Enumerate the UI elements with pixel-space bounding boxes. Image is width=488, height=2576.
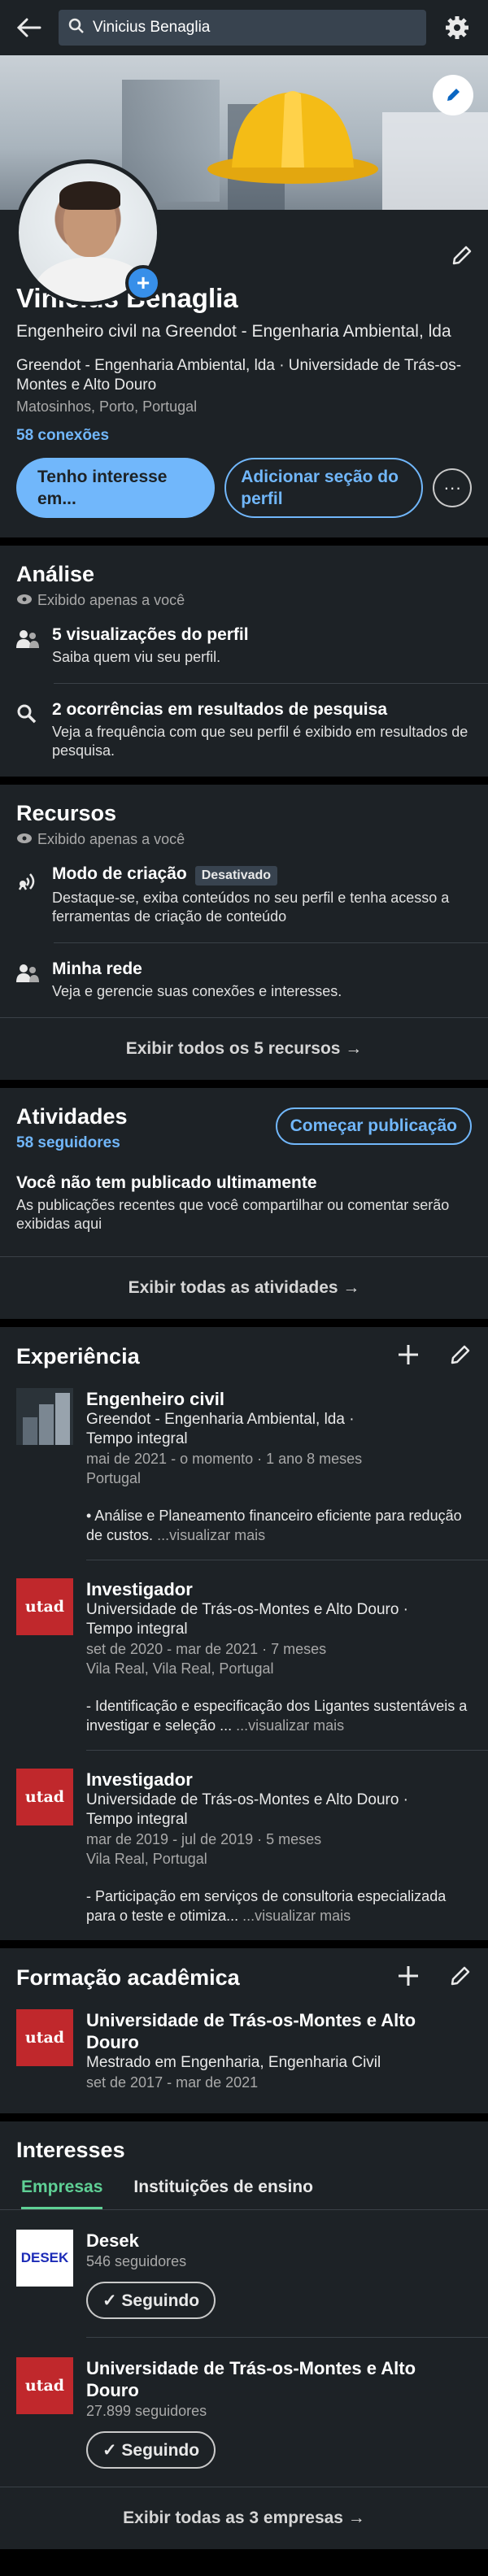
more-options-button[interactable]: ··· <box>433 468 472 507</box>
start-post-button[interactable]: Começar publicação <box>275 1107 472 1145</box>
interest-item[interactable]: utad Universidade de Trás-os-Montes e Al… <box>0 2338 488 2487</box>
experience-item[interactable]: utad Investigador Universidade de Trás-o… <box>0 1751 488 1940</box>
profile-company: Greendot - Engenharia Ambiental, lda · U… <box>16 357 462 394</box>
helmet-image <box>207 91 378 184</box>
people-icon <box>16 625 39 667</box>
people-icon <box>16 959 39 1001</box>
pencil-icon[interactable] <box>451 244 473 271</box>
utad-logo: utad <box>16 1578 73 1635</box>
education-item[interactable]: utad Universidade de Trás-os-Montes e Al… <box>0 1991 488 2113</box>
section-title: Recursos <box>16 801 117 825</box>
add-photo-plus-icon[interactable]: + <box>125 265 161 301</box>
broadcast-icon <box>16 864 39 926</box>
analytics-section: Análise Exibido apenas a você 5 visualiz… <box>0 546 488 777</box>
gear-icon[interactable] <box>441 11 473 44</box>
following-button[interactable]: ✓ Seguindo <box>86 2431 216 2469</box>
profile-headline: Engenheiro civil na Greendot - Engenhari… <box>16 322 451 341</box>
show-all-resources-link[interactable]: Exibir todos os 5 recursos → <box>0 1018 488 1080</box>
add-section-button[interactable]: Adicionar seção do perfil <box>224 458 424 518</box>
analytics-item-profile-views[interactable]: 5 visualizações do perfil Saiba quem viu… <box>0 609 488 683</box>
education-section: Formação acadêmica utad Universidade de … <box>0 1948 488 2113</box>
section-title: Análise <box>16 562 95 586</box>
search-input[interactable] <box>93 19 416 37</box>
section-title: Formação acadêmica <box>16 1965 240 1990</box>
utad-logo: utad <box>16 1769 73 1825</box>
private-label: Exibido apenas a você <box>37 831 185 847</box>
resources-section: Recursos Exibido apenas a você Modo de c… <box>0 785 488 1080</box>
connections-link[interactable]: 58 conexões <box>16 427 472 445</box>
plus-icon[interactable] <box>397 1965 420 1991</box>
see-more-link[interactable]: ...visualizar mais <box>242 1908 351 1924</box>
search-bar[interactable] <box>59 10 426 46</box>
following-button[interactable]: ✓ Seguindo <box>86 2282 216 2319</box>
search-icon <box>16 700 39 760</box>
search-icon <box>68 18 85 38</box>
utad-logo: utad <box>16 2357 73 2414</box>
profile-location: Matosinhos, Porto, Portugal <box>16 398 198 415</box>
empty-activity-title: Você não tem publicado ultimamente <box>16 1173 317 1192</box>
experience-item[interactable]: Engenheiro civil Greendot - Engenharia A… <box>0 1370 488 1560</box>
activity-section: Atividades 58 seguidores Começar publica… <box>0 1088 488 1319</box>
top-bar <box>0 0 488 55</box>
show-all-activity-link[interactable]: Exibir todas as atividades → <box>0 1257 488 1319</box>
resource-item-creator-mode[interactable]: Modo de criação Desativado Destaque-se, e… <box>0 848 488 942</box>
experience-section: Experiência Engenheiro civil Greendot - … <box>0 1327 488 1940</box>
interest-item[interactable]: DESEK Desek 546 seguidores ✓ Seguindo <box>0 2210 488 2337</box>
open-to-button[interactable]: Tenho interesse em... <box>16 458 216 518</box>
interests-section: Interesses Empresas Instituições de ensi… <box>0 2121 488 2549</box>
back-arrow-icon[interactable] <box>15 13 44 42</box>
desek-logo: DESEK <box>16 2230 73 2287</box>
empty-activity-text: As publicações recentes que você compart… <box>16 1197 450 1232</box>
utad-logo: utad <box>16 2009 73 2066</box>
show-all-companies-link[interactable]: Exibir todas as 3 empresas → <box>0 2487 488 2549</box>
profile-card: + Vinicius Benaglia Engenheiro civil na … <box>0 55 488 537</box>
pencil-icon[interactable] <box>449 1965 472 1991</box>
experience-item[interactable]: utad Investigador Universidade de Trás-o… <box>0 1560 488 1750</box>
interests-tabs: Empresas Instituições de ensino <box>0 2163 488 2210</box>
analytics-item-search-appearances[interactable]: 2 ocorrências em resultados de pesquisa … <box>0 684 488 777</box>
section-title: Interesses <box>16 2138 125 2162</box>
tab-companies[interactable]: Empresas <box>21 2178 103 2209</box>
tab-schools[interactable]: Instituições de ensino <box>133 2178 313 2209</box>
page: + Vinicius Benaglia Engenheiro civil na … <box>0 0 488 2576</box>
edit-cover-button[interactable] <box>433 75 473 115</box>
section-title: Atividades <box>16 1104 128 1129</box>
eye-icon <box>16 831 33 848</box>
see-more-link[interactable]: ...visualizar mais <box>157 1527 265 1543</box>
see-more-link[interactable]: ...visualizar mais <box>236 1717 344 1734</box>
private-label: Exibido apenas a você <box>37 592 185 608</box>
company-logo <box>16 1388 73 1445</box>
eye-icon <box>16 592 33 609</box>
pencil-icon[interactable] <box>449 1343 472 1370</box>
status-badge: Desativado <box>194 866 278 886</box>
followers-count[interactable]: 58 seguidores <box>16 1134 128 1152</box>
section-title: Experiência <box>16 1344 140 1368</box>
plus-icon[interactable] <box>397 1343 420 1370</box>
resource-item-my-network[interactable]: Minha rede Veja e gerencie suas conexões… <box>0 943 488 1017</box>
